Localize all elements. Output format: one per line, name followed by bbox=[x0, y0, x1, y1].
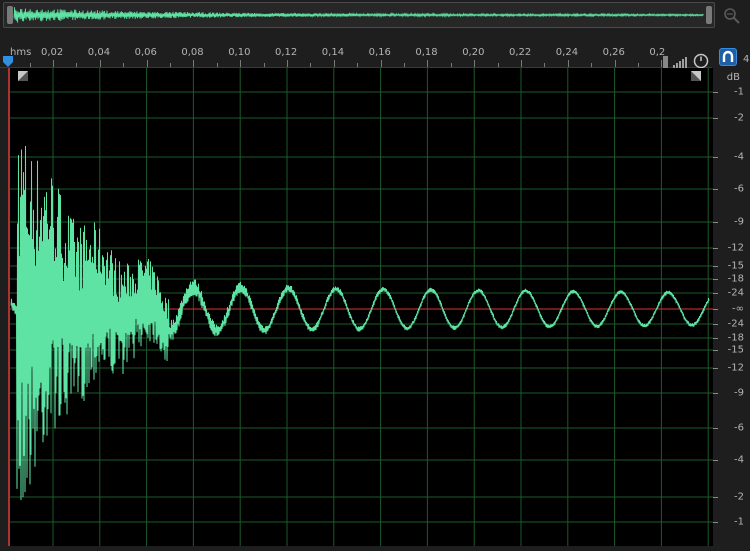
db-scale-label: -4 bbox=[734, 151, 744, 163]
db-scale-tick bbox=[713, 497, 718, 498]
time-ruler[interactable]: hms 0,02 0,04 0,06 0,08 0,10 0,12 0,14 0,16 0,18… bbox=[0, 30, 750, 68]
bottom-edge bbox=[0, 546, 750, 551]
db-scale-label: -12 bbox=[727, 242, 744, 254]
db-scale-label: -18 bbox=[727, 273, 744, 285]
ruler-tick-label: 0,26 bbox=[602, 47, 625, 58]
db-scale-label: -9 bbox=[734, 387, 744, 399]
ruler-tick-label: 0,06 bbox=[134, 47, 157, 58]
db-scale-tick bbox=[713, 157, 718, 158]
snap-magnet-button[interactable] bbox=[719, 48, 737, 66]
zoom-corner-top-right[interactable] bbox=[691, 71, 701, 81]
playhead-marker-icon[interactable] bbox=[2, 56, 14, 68]
db-scale-tick bbox=[713, 338, 718, 339]
ruler-tick bbox=[333, 60, 335, 67]
db-scale-tick bbox=[713, 350, 718, 351]
waveform-display[interactable] bbox=[9, 68, 713, 546]
ruler-tick bbox=[567, 60, 569, 67]
db-scale-label: -6 bbox=[734, 183, 744, 195]
db-scale-label: -12 bbox=[727, 362, 744, 374]
ruler-tick-label: 0,04 bbox=[87, 47, 111, 58]
overview-left-handle[interactable] bbox=[7, 6, 13, 24]
db-scale-tick bbox=[713, 266, 718, 267]
ruler-tick bbox=[99, 60, 101, 67]
waveform-canvas bbox=[9, 68, 713, 546]
db-scale-tick bbox=[713, 222, 718, 223]
db-scale-tick bbox=[713, 368, 718, 369]
amplitude-db-scale[interactable]: dB -1 -2 -4 -6 -9 -12 -15 -18 -24 -∞ -24 -18 -15 -12-… bbox=[713, 68, 750, 546]
db-scale-tick bbox=[713, 428, 718, 429]
audio-waveform bbox=[10, 145, 710, 501]
ruler-tick bbox=[380, 60, 382, 67]
db-scale-tick bbox=[713, 279, 718, 280]
db-scale-label: -15 bbox=[727, 260, 744, 272]
overview-right-handle[interactable] bbox=[706, 6, 712, 24]
overview-waveform bbox=[13, 7, 704, 23]
db-scale-tick bbox=[713, 248, 718, 249]
ruler-tick-label: 0,10 bbox=[228, 47, 251, 58]
db-scale-label: -18 bbox=[727, 332, 744, 344]
ruler-tick-label: 0,20 bbox=[462, 47, 485, 58]
level-bars-icon[interactable] bbox=[673, 56, 687, 68]
db-scale-label: -2 bbox=[734, 112, 744, 124]
ruler-tick bbox=[614, 60, 616, 67]
ruler-tick bbox=[474, 60, 476, 67]
db-scale-tick bbox=[713, 324, 718, 325]
clock-icon[interactable] bbox=[693, 53, 709, 69]
corner-expand-icon bbox=[18, 71, 28, 81]
db-scale-tick bbox=[713, 309, 718, 310]
ruler-tick-label: 0,24 bbox=[555, 47, 579, 58]
snap-magnet-icon bbox=[722, 50, 734, 62]
db-scale-label: -∞ bbox=[732, 303, 744, 315]
ruler-tick bbox=[521, 60, 522, 67]
ruler-tick bbox=[53, 60, 54, 67]
ruler-tick-label: 0,12 bbox=[275, 47, 298, 58]
ruler-tick bbox=[287, 60, 288, 67]
db-scale-label: -24 bbox=[727, 318, 744, 330]
ruler-tick-label: 0,02 bbox=[41, 47, 64, 58]
db-scale-label: -1 bbox=[734, 516, 744, 528]
ruler-tick-label: 0,22 bbox=[509, 47, 532, 58]
ruler-tick bbox=[240, 60, 242, 67]
db-scale-tick bbox=[713, 189, 718, 190]
db-scale-tick bbox=[713, 92, 718, 93]
ruler-tick bbox=[427, 60, 429, 67]
db-scale-label: -6 bbox=[734, 422, 744, 434]
db-scale-tick bbox=[713, 118, 718, 119]
playhead-line[interactable] bbox=[8, 68, 10, 546]
ruler-tick-label: 0,18 bbox=[415, 47, 438, 58]
ruler-tick-label: 0,16 bbox=[368, 47, 391, 58]
db-scale-label: -2 bbox=[734, 491, 744, 503]
ruler-tick-label: 0,08 bbox=[181, 47, 204, 58]
db-scale-label: -15 bbox=[727, 344, 744, 356]
db-scale-label: -24 bbox=[727, 287, 744, 299]
zoom-magnifier-icon[interactable] bbox=[722, 6, 742, 26]
waveform-overview[interactable] bbox=[3, 2, 715, 28]
db-scale-label: -4 bbox=[734, 454, 744, 466]
ruler-tick-label: 0,14 bbox=[321, 47, 345, 58]
db-scale-label: -9 bbox=[734, 216, 744, 228]
db-scale-label: -1 bbox=[734, 86, 744, 98]
db-unit-label: dB bbox=[726, 72, 740, 83]
overview-waveform-path bbox=[13, 7, 704, 23]
db-scale-tick bbox=[713, 293, 718, 294]
ruler-corner-label: 4 bbox=[743, 54, 750, 65]
zoom-corner-top-left[interactable] bbox=[18, 71, 28, 81]
db-scale-tick bbox=[713, 393, 718, 394]
db-scale-tick bbox=[713, 522, 718, 523]
ruler-tick bbox=[146, 60, 148, 67]
db-scale-tick bbox=[713, 460, 718, 461]
corner-collapse-icon bbox=[691, 71, 701, 81]
ruler-tick bbox=[193, 60, 195, 67]
